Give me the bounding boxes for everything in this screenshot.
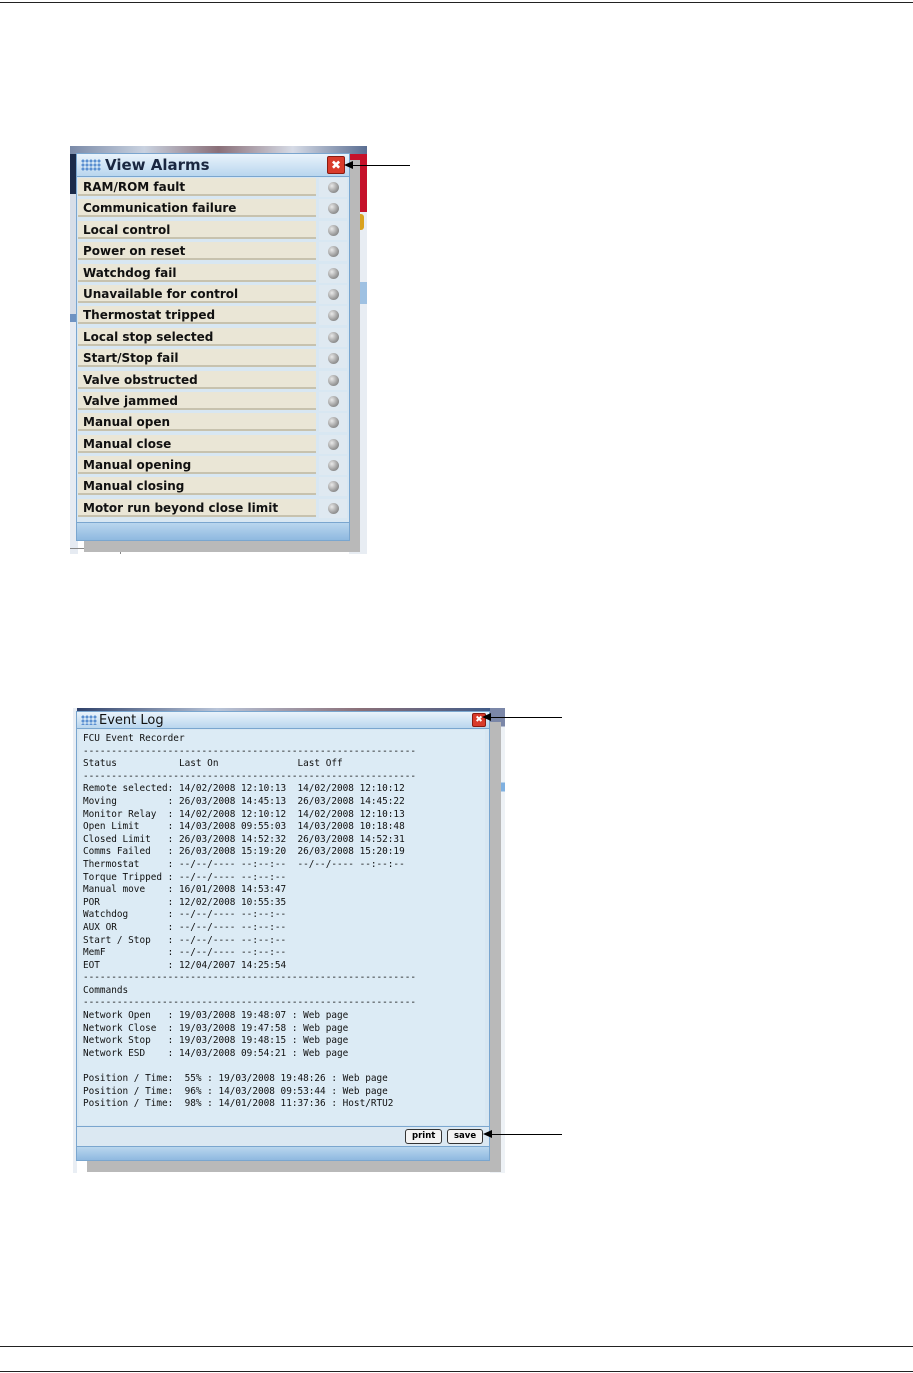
view-alarms-screenshot: View Alarms ✖ RAM/ROM fault Communication… xyxy=(70,146,367,554)
event-log-window-footer xyxy=(77,1146,489,1160)
alarm-row: RAM/ROM fault xyxy=(77,177,349,198)
alarm-indicator-cell xyxy=(319,263,347,283)
alarm-label: Unavailable for control xyxy=(78,284,316,303)
alarm-indicator-cell xyxy=(319,477,347,497)
alarm-row: Manual open xyxy=(77,412,349,433)
alarm-indicator-cell xyxy=(319,370,347,390)
grid-icon xyxy=(81,715,97,725)
alarm-row: Watchdog fail xyxy=(77,263,349,284)
print-button[interactable]: print xyxy=(405,1129,443,1144)
status-led-icon xyxy=(328,203,339,215)
alarm-indicator-cell xyxy=(319,220,347,240)
event-log-title-bar[interactable]: Event Log ✖ xyxy=(77,712,489,729)
alarm-row: Thermostat tripped xyxy=(77,305,349,326)
alarms-window-footer xyxy=(77,522,349,540)
grid-icon xyxy=(81,159,101,171)
alarm-label: Valve jammed xyxy=(78,391,316,410)
event-log-screenshot: Event Log ✖ FCU Event Recorder ---------… xyxy=(73,708,505,1173)
alarm-row: Manual opening xyxy=(77,455,349,476)
status-led-icon xyxy=(328,331,339,343)
status-led-icon xyxy=(328,395,339,407)
alarm-indicator-cell xyxy=(319,434,347,454)
status-led-icon xyxy=(328,481,339,493)
alarm-label: RAM/ROM fault xyxy=(78,178,316,196)
alarm-label: Valve obstructed xyxy=(78,370,316,389)
alarms-window-title: View Alarms xyxy=(105,156,210,174)
alarm-row: Local control xyxy=(77,220,349,241)
status-led-icon xyxy=(328,224,339,236)
event-log-window: Event Log ✖ FCU Event Recorder ---------… xyxy=(76,711,490,1161)
alarm-indicator-cell xyxy=(319,306,347,326)
status-led-icon xyxy=(328,353,339,365)
alarm-label: Local stop selected xyxy=(78,327,316,346)
alarms-title-bar[interactable]: View Alarms ✖ xyxy=(77,154,349,177)
status-led-icon xyxy=(328,246,339,258)
event-log-window-title: Event Log xyxy=(99,713,164,728)
alarm-label: Power on reset xyxy=(78,242,316,261)
alarm-indicator-cell xyxy=(319,284,347,304)
alarm-row: Valve obstructed xyxy=(77,370,349,391)
alarm-label: Manual close xyxy=(78,434,316,453)
alarm-row: Communication failure xyxy=(77,198,349,219)
event-log-text: FCU Event Recorder ---------------------… xyxy=(83,733,417,1110)
status-led-icon xyxy=(328,417,339,429)
alarm-indicator-cell xyxy=(319,242,347,262)
alarm-indicator-cell xyxy=(319,327,347,347)
status-led-icon xyxy=(328,374,339,386)
page-bottom-rule-2 xyxy=(0,1371,913,1372)
alarm-label: Local control xyxy=(78,220,316,239)
alarm-label: Thermostat tripped xyxy=(78,306,316,325)
status-led-icon xyxy=(328,438,339,450)
alarm-label: Manual closing xyxy=(78,477,316,496)
page-top-rule xyxy=(0,2,913,3)
alarm-row: Motor run beyond close limit xyxy=(77,498,349,519)
alarm-row: Manual closing xyxy=(77,476,349,497)
view-alarms-window: View Alarms ✖ RAM/ROM fault Communication… xyxy=(76,153,350,541)
alarm-label: Manual open xyxy=(78,413,316,432)
alarms-close-button[interactable]: ✖ xyxy=(327,156,345,174)
alarm-indicator-cell xyxy=(319,456,347,476)
page-bottom-rule-1 xyxy=(0,1346,913,1347)
event-log-actions: print save xyxy=(77,1126,489,1146)
alarm-label: Start/Stop fail xyxy=(78,349,316,368)
alarm-label: Communication failure xyxy=(78,199,316,218)
alarm-row: Manual close xyxy=(77,434,349,455)
alarm-label: Manual opening xyxy=(78,456,316,475)
alarm-indicator-cell xyxy=(319,498,347,518)
alarm-indicator-cell xyxy=(319,178,347,197)
alarm-row: Power on reset xyxy=(77,241,349,262)
alarm-indicator-cell xyxy=(319,349,347,369)
event-log-content[interactable]: FCU Event Recorder ---------------------… xyxy=(79,730,485,1125)
alarm-label: Watchdog fail xyxy=(78,263,316,282)
status-led-icon xyxy=(328,310,339,322)
alarm-indicator-cell xyxy=(319,391,347,411)
alarm-row: Local stop selected xyxy=(77,327,349,348)
callout-arrow-log-save xyxy=(483,1130,562,1138)
alarm-indicator-cell xyxy=(319,199,347,219)
alarm-row: Valve jammed xyxy=(77,391,349,412)
alarm-row: Unavailable for control xyxy=(77,284,349,305)
status-led-icon xyxy=(328,182,339,193)
save-button[interactable]: save xyxy=(447,1129,484,1144)
callout-arrow-log-close xyxy=(482,713,562,721)
alarm-indicator-cell xyxy=(319,413,347,433)
status-led-icon xyxy=(328,267,339,279)
status-led-icon xyxy=(328,502,339,514)
callout-arrow-alarms-close xyxy=(344,161,410,169)
alarm-row: Start/Stop fail xyxy=(77,348,349,369)
status-led-icon xyxy=(328,288,339,300)
status-led-icon xyxy=(328,460,339,472)
alarm-label: Motor run beyond close limit xyxy=(78,498,316,517)
alarm-list: RAM/ROM fault Communication failure Local … xyxy=(77,177,349,519)
